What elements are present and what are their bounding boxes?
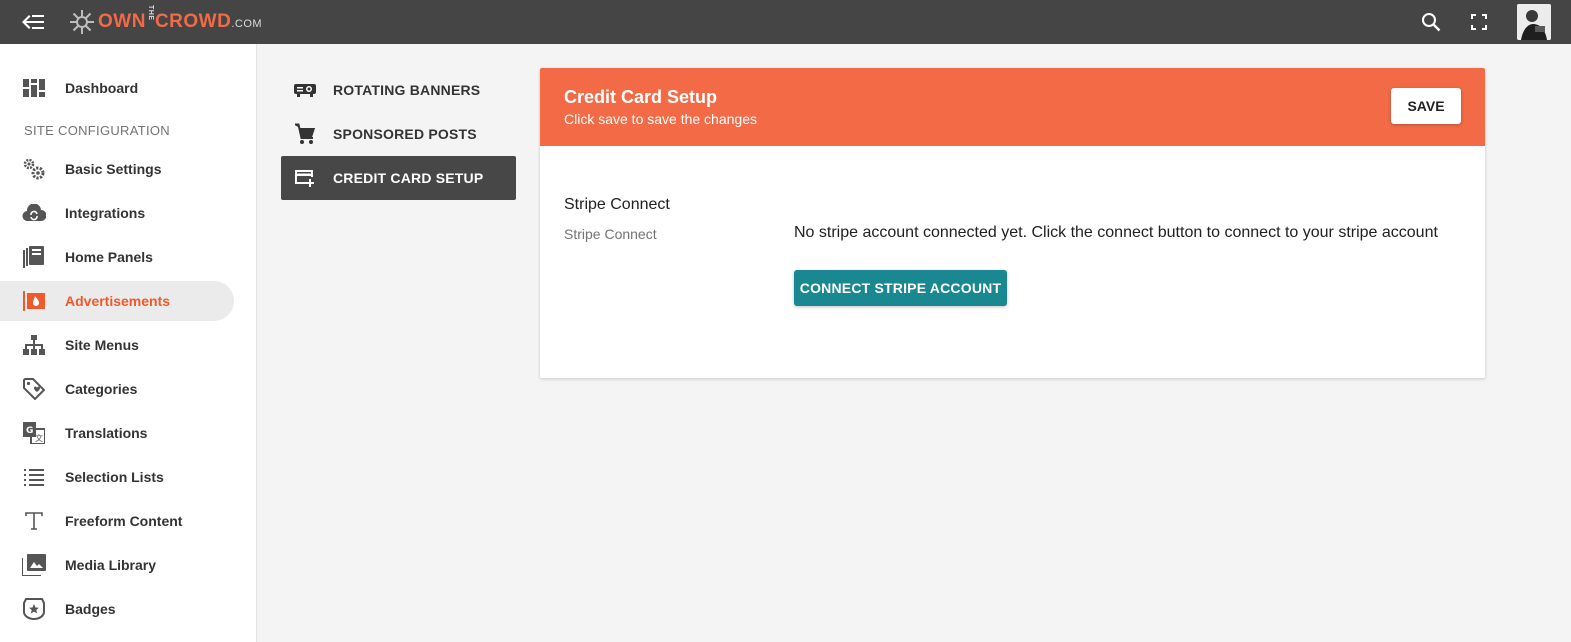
- panels-icon: [22, 245, 46, 269]
- subnav-item-rotating-banners[interactable]: ROTATING BANNERS: [281, 68, 516, 112]
- save-button[interactable]: SAVE: [1391, 88, 1461, 124]
- cart-icon: [293, 122, 317, 146]
- card-header: Credit Card Setup Click save to save the…: [540, 68, 1485, 146]
- subnav-item-credit-card-setup[interactable]: CREDIT CARD SETUP: [281, 156, 516, 200]
- user-avatar[interactable]: [1517, 4, 1551, 40]
- sidebar-item-label: Media Library: [65, 557, 157, 573]
- sidebar-item-home-panels[interactable]: Home Panels: [0, 237, 234, 277]
- sidebar-item-dashboard[interactable]: Dashboard: [0, 68, 234, 108]
- section-label-site-configuration: SITE CONFIGURATION: [24, 123, 170, 138]
- advertisements-subnav: ROTATING BANNERS SPONSORED POSTS CREDIT …: [281, 68, 516, 200]
- sidebar-item-label: Selection Lists: [65, 469, 164, 485]
- cloud-sync-icon: [22, 201, 46, 225]
- svg-text:文: 文: [35, 433, 43, 443]
- logo-com: .COM: [231, 18, 263, 30]
- sidebar-item-label: Advertisements: [65, 293, 171, 309]
- subnav-item-label: SPONSORED POSTS: [333, 126, 477, 142]
- field-label: Stripe Connect: [564, 226, 657, 242]
- sitemap-icon: [22, 333, 46, 357]
- list-icon: [22, 465, 46, 489]
- sidebar-item-label: Basic Settings: [65, 161, 162, 177]
- sidebar-item-label: Translations: [65, 425, 148, 441]
- svg-text:G: G: [26, 426, 33, 436]
- sidebar-item-label: Freeform Content: [65, 513, 183, 529]
- badge-icon: [22, 597, 46, 621]
- logo-the: THE: [146, 4, 154, 21]
- advertisement-icon: [22, 289, 46, 313]
- tag-icon: [22, 377, 46, 401]
- subnav-item-sponsored-posts[interactable]: SPONSORED POSTS: [281, 112, 516, 156]
- sidebar-item-advertisements[interactable]: Advertisements: [0, 281, 234, 321]
- subnav-item-label: ROTATING BANNERS: [333, 82, 481, 98]
- sidebar-item-label: Categories: [65, 381, 138, 397]
- connect-stripe-account-button[interactable]: CONNECT STRIPE ACCOUNT: [794, 270, 1007, 306]
- logo-own: OWN: [98, 11, 146, 32]
- logo-text: OWN THE CROWD .COM: [98, 5, 263, 33]
- sidebar-item-translations[interactable]: G文 Translations: [0, 413, 234, 453]
- photo-library-icon: [22, 553, 46, 577]
- sidebar-item-basic-settings[interactable]: Basic Settings: [0, 149, 234, 189]
- card-subtitle: Click save to save the changes: [564, 111, 757, 127]
- sidebar-item-freeform-content[interactable]: Freeform Content: [0, 501, 234, 541]
- sidebar: Dashboard SITE CONFIGURATION Basic Setti…: [0, 44, 257, 642]
- sidebar-item-label: Dashboard: [65, 80, 139, 96]
- sidebar-item-selection-lists[interactable]: Selection Lists: [0, 457, 234, 497]
- sidebar-item-site-menus[interactable]: Site Menus: [0, 325, 234, 365]
- logo-crowd: CROWD: [154, 11, 232, 32]
- sidebar-item-badges[interactable]: Badges: [0, 589, 234, 629]
- sidebar-item-label: Site Menus: [65, 337, 139, 353]
- stripe-status-message: No stripe account connected yet. Click t…: [794, 224, 1438, 241]
- sidebar-item-label: Home Panels: [65, 249, 153, 265]
- fullscreen-icon[interactable]: [1467, 10, 1491, 34]
- projector-icon: [293, 78, 317, 102]
- menu-back-icon[interactable]: [20, 10, 46, 34]
- sidebar-item-categories[interactable]: Categories: [0, 369, 234, 409]
- card-title: Credit Card Setup: [564, 87, 718, 107]
- logo-snowflake-icon: [70, 10, 94, 34]
- credit-card-setup-card: Credit Card Setup Click save to save the…: [540, 68, 1485, 378]
- top-app-bar: OWN THE CROWD .COM: [0, 0, 1571, 44]
- sidebar-item-label: Integrations: [65, 205, 146, 221]
- add-card-icon: [293, 166, 317, 190]
- sidebar-item-label: Badges: [65, 601, 116, 617]
- search-icon[interactable]: [1419, 10, 1443, 34]
- dashboard-icon: [22, 76, 46, 100]
- site-logo[interactable]: OWN THE CROWD .COM: [68, 5, 263, 38]
- field-section-title: Stripe Connect: [564, 196, 670, 213]
- gears-icon: [22, 157, 46, 181]
- text-icon: [22, 509, 46, 533]
- translate-icon: G文: [22, 421, 46, 445]
- sidebar-item-integrations[interactable]: Integrations: [0, 193, 234, 233]
- subnav-item-label: CREDIT CARD SETUP: [333, 170, 484, 186]
- sidebar-item-media-library[interactable]: Media Library: [0, 545, 234, 585]
